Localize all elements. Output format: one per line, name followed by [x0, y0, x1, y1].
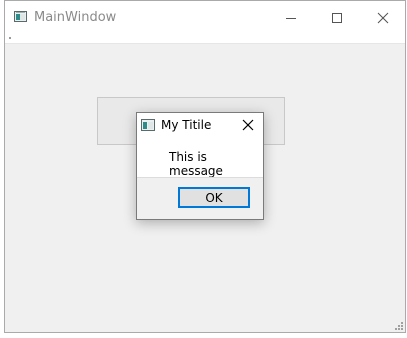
close-window-button[interactable] [360, 1, 406, 34]
app-window-icon [14, 11, 27, 22]
close-icon [242, 119, 254, 131]
dialog-title: My Titile [161, 118, 212, 132]
window-title: MainWindow [34, 10, 117, 25]
ok-button[interactable]: OK [178, 187, 250, 208]
minimize-icon [286, 17, 296, 19]
dialog-window-icon [141, 119, 155, 131]
menu-grip-icon [9, 37, 11, 39]
maximize-icon [332, 12, 342, 23]
maximize-button[interactable] [314, 1, 360, 34]
window-titlebar[interactable]: MainWindow [5, 1, 405, 34]
minimize-button[interactable] [268, 1, 314, 34]
dialog-message: This is message [169, 150, 223, 178]
message-dialog: My Titile This is message OK [136, 112, 264, 220]
dialog-close-button[interactable] [237, 116, 259, 134]
dialog-button-area: OK [137, 177, 263, 219]
size-grip-icon[interactable] [395, 322, 403, 330]
menu-bar[interactable] [5, 34, 405, 44]
close-icon [377, 12, 389, 23]
